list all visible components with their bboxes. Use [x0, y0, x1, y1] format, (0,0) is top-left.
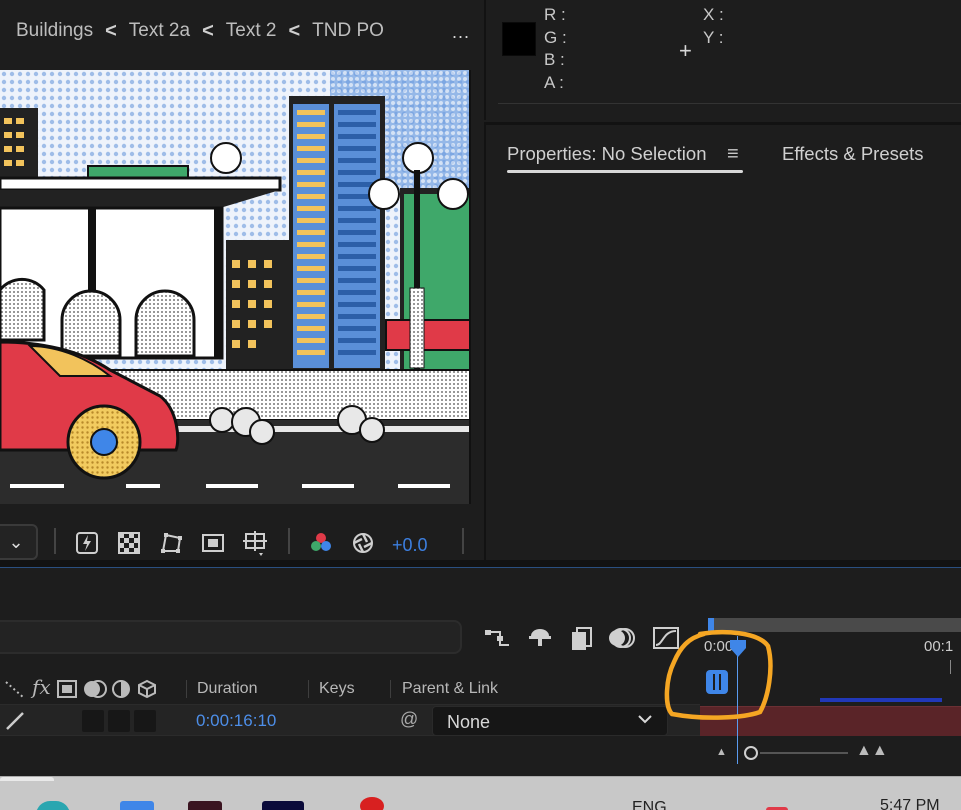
parent-dropdown[interactable]: None — [432, 706, 668, 736]
rgba-readout: R : G : B : A : — [544, 4, 567, 94]
3d-ground-plane-icon[interactable] — [240, 528, 270, 558]
taskbar-app-icon[interactable] — [36, 801, 70, 810]
coordinate-readout: X : Y : — [703, 4, 724, 49]
y-label: Y : — [703, 27, 724, 47]
taskbar-app-icon[interactable] — [360, 797, 384, 810]
breadcrumb-item-tnd-po[interactable]: TND PO — [312, 20, 384, 42]
adjustment-layer-icon[interactable] — [110, 678, 132, 700]
3d-layer-icon[interactable] — [136, 678, 158, 700]
info-panel: R : G : B : A : X : Y : + — [484, 0, 961, 120]
frame-blending-icon[interactable] — [566, 624, 598, 652]
x-label: X : — [703, 5, 724, 24]
chevron-down-icon — [637, 711, 653, 732]
zoom-slider-knob[interactable] — [744, 746, 758, 760]
breadcrumb-item-text-2[interactable]: Text 2 — [226, 20, 277, 42]
breadcrumb-separator: < — [202, 19, 214, 42]
switch-box[interactable] — [108, 710, 130, 732]
timeline-column-header: fx Duration Keys Parent & Link — [0, 672, 700, 706]
transparency-grid-icon[interactable] — [114, 528, 144, 558]
reset-exposure-icon[interactable] — [348, 528, 378, 558]
shy-icon[interactable] — [4, 680, 26, 700]
mask-path-icon[interactable] — [156, 528, 186, 558]
viewer-toolbar: ⌄ +0.0 — [0, 508, 480, 566]
breadcrumb-separator: < — [288, 19, 301, 42]
color-swatch — [502, 22, 536, 56]
properties-panel: Properties: No Selection ≡ Effects & Pre… — [484, 122, 961, 562]
taskbar-app-icon[interactable] — [188, 801, 222, 810]
panel-menu-icon[interactable]: ≡ — [727, 143, 739, 166]
green-label: G : — [544, 27, 567, 47]
timeline-zoom: ▲ ▲▲ — [700, 740, 961, 766]
column-duration[interactable]: Duration — [197, 680, 257, 698]
taskbar-app-icon[interactable] — [120, 801, 154, 810]
toolbar-divider — [288, 528, 290, 554]
chevron-down-icon: ⌄ — [8, 531, 24, 552]
crosshair-icon: + — [679, 38, 692, 63]
layer-search-field[interactable] — [0, 620, 462, 654]
composition-frame — [0, 70, 469, 504]
column-divider — [308, 680, 309, 698]
column-parent-link[interactable]: Parent & Link — [402, 680, 498, 698]
composition-viewer[interactable] — [0, 70, 471, 504]
column-keys[interactable]: Keys — [319, 680, 355, 698]
exposure-value[interactable]: +0.0 — [392, 535, 428, 556]
switch-box[interactable] — [82, 710, 104, 732]
composition-flowchart-icon[interactable] — [482, 624, 514, 652]
zoom-in-icon[interactable]: ▲▲ — [856, 742, 888, 760]
motion-blur-icon[interactable] — [608, 624, 640, 652]
active-tab-indicator — [507, 170, 743, 173]
frame-blending-switch-icon[interactable] — [56, 678, 78, 700]
breadcrumb-item-text-2a[interactable]: Text 2a — [129, 20, 190, 42]
zoom-out-icon[interactable]: ▲ — [716, 746, 727, 758]
taskbar-app-icon[interactable] — [262, 801, 304, 810]
taskbar-indicator — [0, 777, 54, 781]
column-divider — [186, 680, 187, 698]
region-of-interest-icon[interactable] — [198, 528, 228, 558]
switch-box[interactable] — [134, 710, 156, 732]
toolbar-divider — [54, 528, 56, 554]
pick-whip-icon[interactable]: @ — [400, 709, 418, 730]
ruler-time-next: 00:1 — [924, 638, 954, 655]
toolbar-divider — [462, 528, 464, 554]
os-taskbar: ENG 5:47 PM — [0, 776, 961, 810]
clock[interactable]: 5:47 PM — [880, 797, 940, 810]
breadcrumb-item-buildings[interactable]: Buildings — [16, 20, 93, 42]
blue-label: B : — [544, 50, 565, 69]
layer-duration[interactable]: 0:00:16:10 — [196, 711, 276, 731]
panel-separator — [0, 560, 961, 568]
language-indicator[interactable]: ENG — [632, 799, 667, 810]
zoom-slider-track[interactable] — [760, 752, 848, 754]
red-label: R : — [544, 5, 566, 24]
divider — [498, 103, 961, 104]
table-row[interactable]: 0:00:16:10 @ None — [0, 704, 700, 736]
magnification-dropdown[interactable]: ⌄ — [0, 524, 38, 560]
tab-effects-presets[interactable]: Effects & Presets — [782, 143, 924, 165]
tab-properties[interactable]: Properties: No Selection — [507, 143, 707, 165]
parent-value: None — [447, 712, 491, 732]
ruler-tick — [950, 660, 951, 674]
fx-icon[interactable]: fx — [32, 675, 51, 699]
quality-switch-icon[interactable] — [4, 711, 26, 731]
fast-previews-icon[interactable] — [72, 528, 102, 558]
breadcrumb-separator: < — [105, 19, 117, 42]
alpha-label: A : — [544, 72, 564, 92]
breadcrumb-overflow-button[interactable]: ... — [452, 22, 470, 43]
timeline-panel: fx Duration Keys Parent & Link 0:00:16:1… — [0, 568, 961, 770]
annotation-circle — [664, 629, 773, 720]
color-channels-icon[interactable] — [306, 528, 336, 558]
breadcrumb: Buildings < Text 2a < Text 2 < TND PO ..… — [0, 0, 480, 62]
layer-in-out-bar — [820, 698, 942, 702]
draft-3d-icon[interactable] — [524, 624, 556, 652]
column-divider — [390, 680, 391, 698]
motion-blur-switch-icon[interactable] — [82, 678, 108, 700]
